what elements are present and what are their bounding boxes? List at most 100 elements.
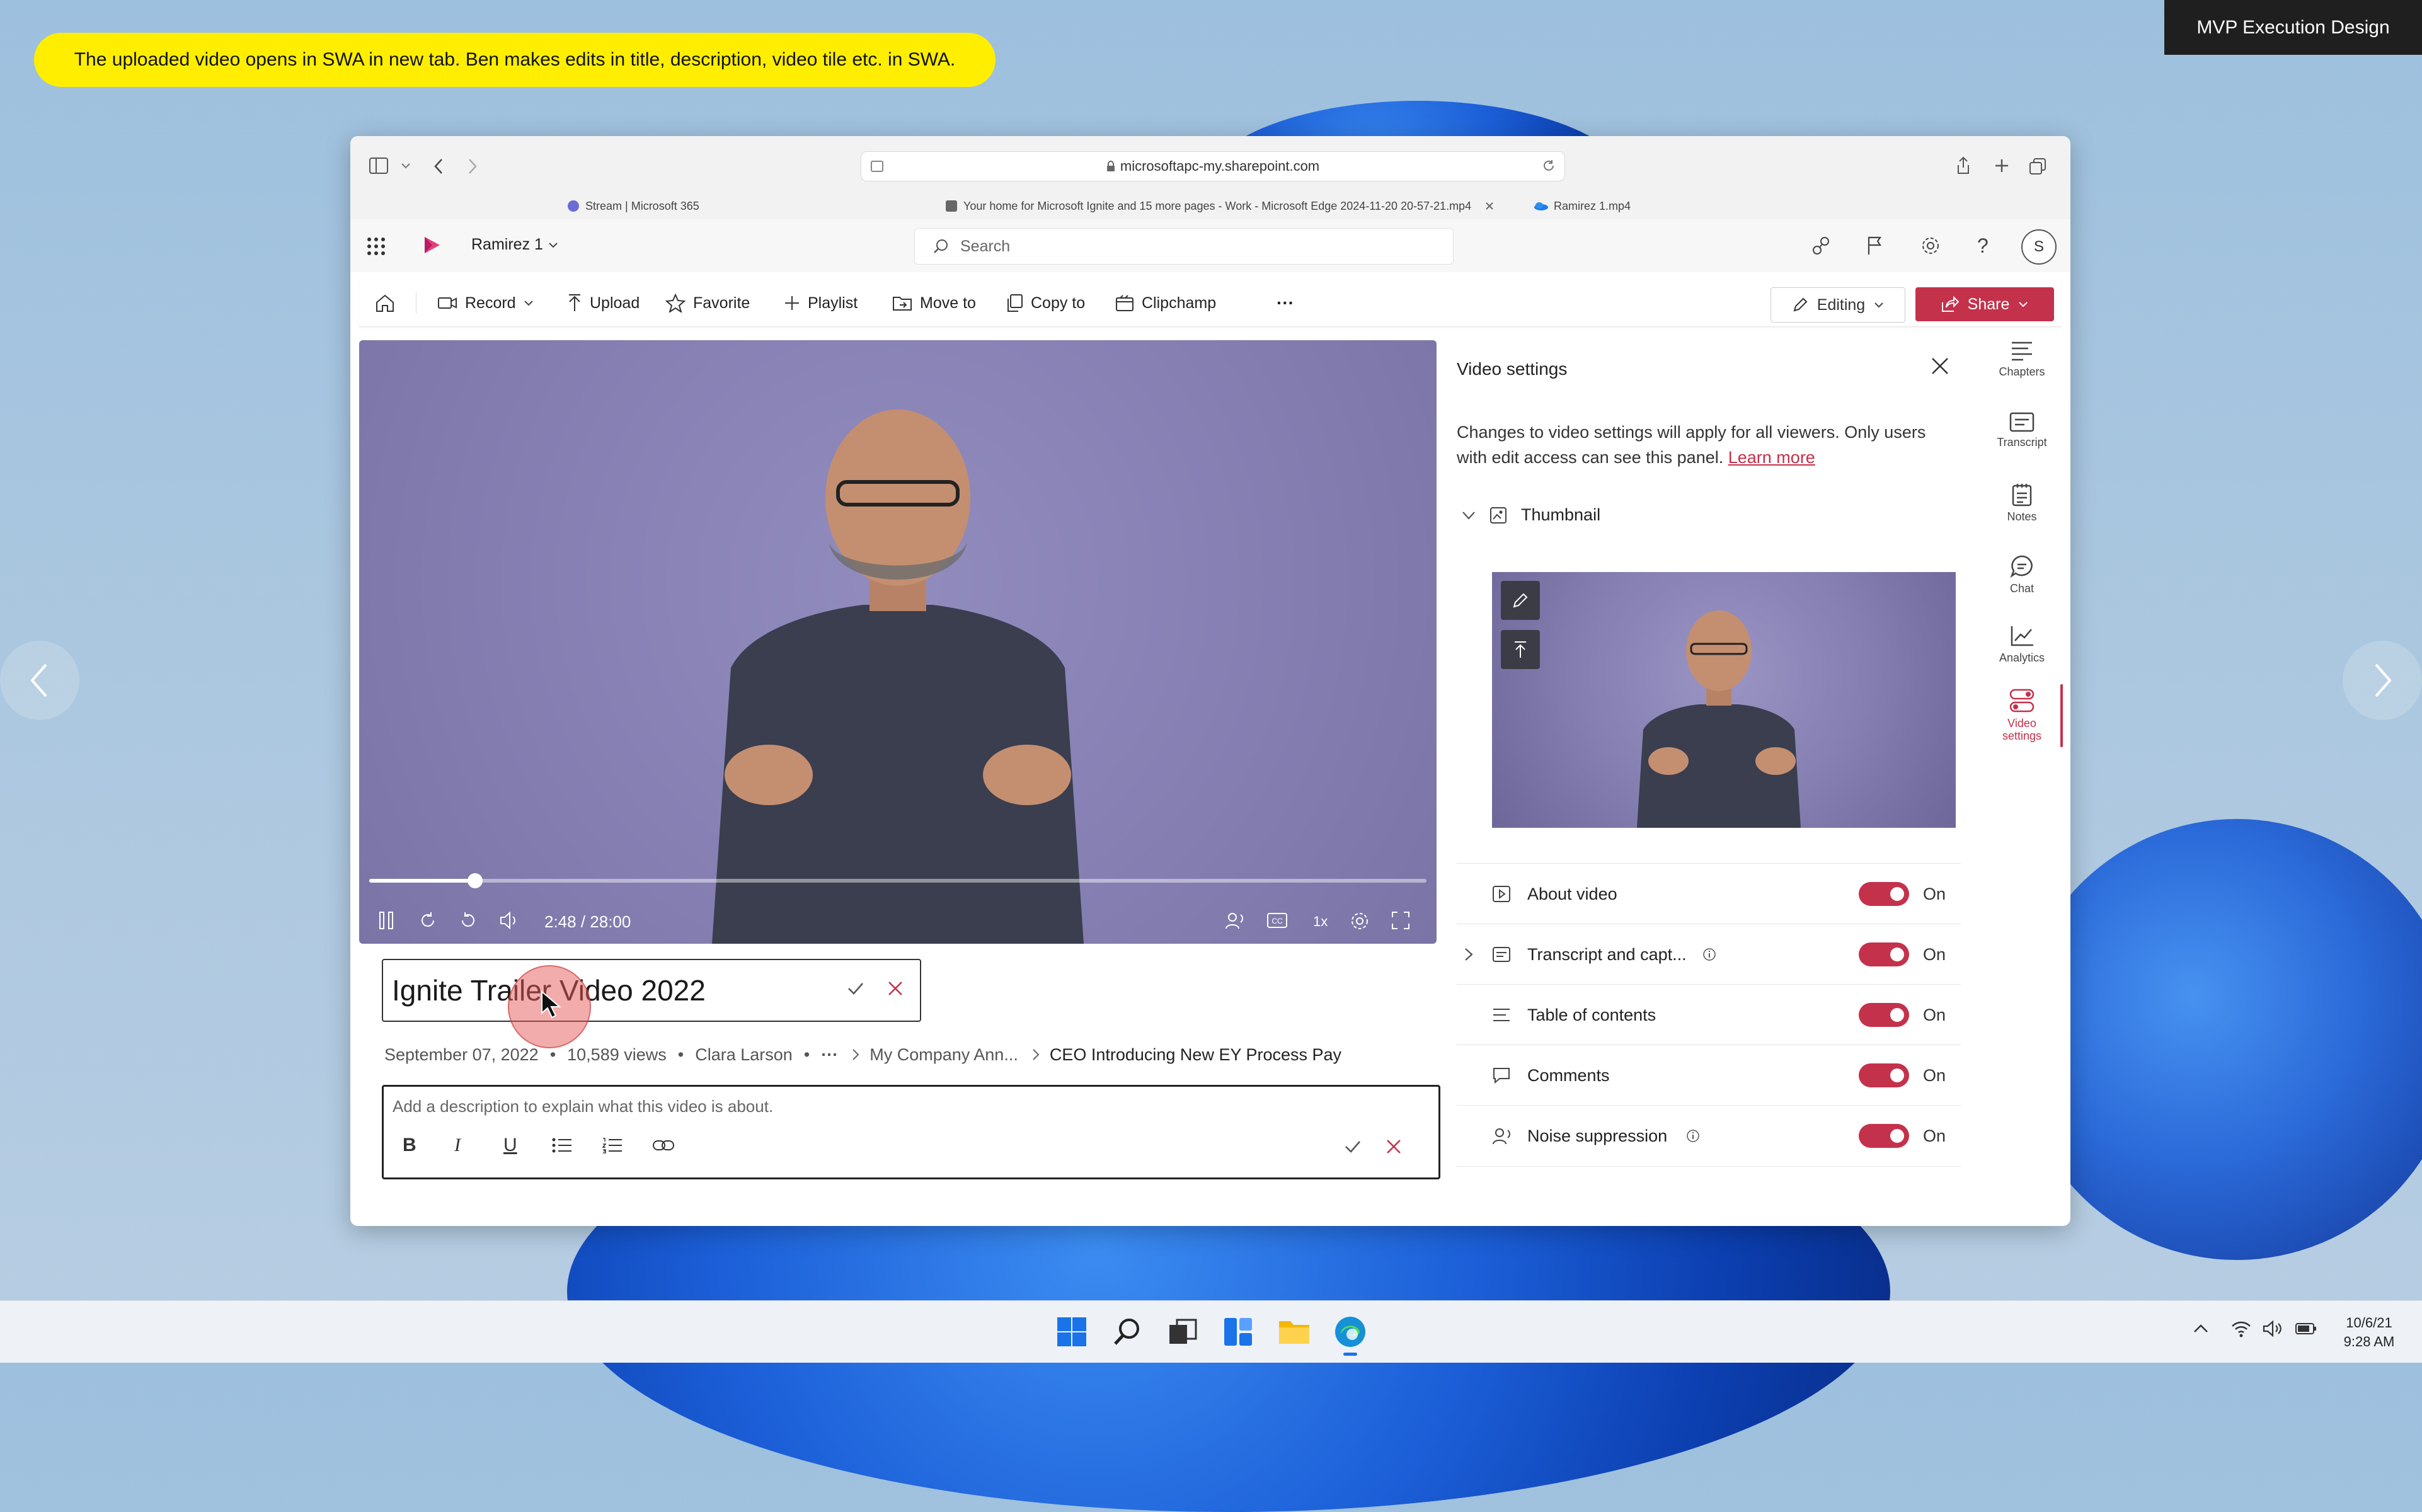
speaker-icon[interactable] xyxy=(2262,1320,2283,1337)
address-bar[interactable]: microsoftapc-my.sharepoint.com xyxy=(861,151,1565,181)
wifi-icon[interactable] xyxy=(2230,1320,2252,1337)
chevron-right-icon[interactable] xyxy=(1464,948,1473,961)
rail-analytics[interactable]: Analytics xyxy=(1981,625,2063,665)
confirm-title-icon[interactable] xyxy=(847,982,864,995)
info-icon[interactable] xyxy=(1702,948,1716,961)
video-meta-row: September 07, 2022 • 10,589 views • Clar… xyxy=(384,1042,1341,1067)
cancel-title-icon[interactable] xyxy=(887,980,904,997)
widgets-icon[interactable] xyxy=(1222,1316,1254,1348)
next-slide-button[interactable] xyxy=(2343,641,2422,720)
tabs-overview-icon[interactable] xyxy=(2029,158,2046,175)
pause-icon[interactable] xyxy=(378,911,394,930)
breadcrumb-more[interactable]: ··· xyxy=(821,1045,838,1065)
link-icon[interactable] xyxy=(652,1138,675,1152)
toc-toggle[interactable] xyxy=(1859,1003,1909,1027)
noise-suppression-icon[interactable] xyxy=(1225,911,1246,930)
avatar[interactable]: S xyxy=(2021,229,2057,265)
home-button[interactable] xyxy=(374,280,396,326)
search-icon[interactable] xyxy=(1111,1316,1143,1348)
file-explorer-icon[interactable] xyxy=(1278,1316,1311,1348)
numbered-list-icon[interactable] xyxy=(602,1137,623,1154)
rail-chat[interactable]: Chat xyxy=(1981,554,2063,595)
thumbnail-image[interactable] xyxy=(1492,572,1956,828)
share-button[interactable]: Share xyxy=(1915,287,2054,321)
volume-icon[interactable] xyxy=(499,911,520,930)
search-input[interactable]: Search xyxy=(914,228,1454,265)
edit-thumbnail-button[interactable] xyxy=(1501,581,1540,620)
upload-thumbnail-button[interactable] xyxy=(1501,630,1540,669)
gear-icon[interactable] xyxy=(1920,236,1941,256)
back-icon[interactable] xyxy=(432,158,445,175)
start-icon[interactable] xyxy=(1056,1316,1088,1348)
tab-stream[interactable]: Stream | Microsoft 365 xyxy=(568,194,699,218)
prev-slide-button[interactable] xyxy=(0,641,79,720)
thumbnail-section-header[interactable]: Thumbnail xyxy=(1462,505,1600,525)
bold-button[interactable]: B xyxy=(403,1135,416,1156)
transcript-toggle[interactable] xyxy=(1859,942,1909,966)
rail-transcript[interactable]: Transcript xyxy=(1981,412,2063,449)
italic-button[interactable]: I xyxy=(454,1135,461,1156)
reload-icon[interactable] xyxy=(1542,159,1556,173)
tray-chevron-up-icon[interactable] xyxy=(2193,1324,2209,1334)
scrubber-track[interactable] xyxy=(369,873,1426,888)
scrubber-handle[interactable] xyxy=(468,873,483,888)
playback-speed[interactable]: 1x xyxy=(1313,914,1328,930)
close-tab-icon[interactable] xyxy=(1485,202,1494,210)
help-icon[interactable]: ? xyxy=(1977,234,1989,258)
comments-toggle[interactable] xyxy=(1859,1063,1909,1087)
chevron-down-icon[interactable] xyxy=(401,163,411,169)
battery-icon[interactable] xyxy=(2295,1322,2317,1335)
tab-ignite-video[interactable]: Your home for Microsoft Ignite and 15 mo… xyxy=(946,194,1494,218)
video-player[interactable]: 2:48 / 28:00 CC 1x xyxy=(359,340,1437,944)
star-icon xyxy=(665,294,686,312)
playlist-button[interactable]: Playlist xyxy=(784,280,858,326)
forward-icon[interactable] xyxy=(466,158,479,175)
app-launcher-icon[interactable] xyxy=(367,237,386,256)
rewind-10-icon[interactable] xyxy=(418,911,437,930)
record-button[interactable]: Record xyxy=(437,280,534,326)
copy-to-button[interactable]: Copy to xyxy=(1006,280,1085,326)
new-tab-icon[interactable] xyxy=(1994,158,2010,174)
editing-mode-button[interactable]: Editing xyxy=(1771,287,1905,323)
bullet-list-icon[interactable] xyxy=(551,1137,573,1154)
chevron-right-icon xyxy=(2375,663,2392,697)
learn-more-link[interactable]: Learn more xyxy=(1728,448,1815,467)
more-commands-button[interactable]: ··· xyxy=(1277,280,1294,326)
breadcrumb-playlist[interactable]: CEO Introducing New EY Process Pay xyxy=(1050,1045,1341,1065)
rail-chapters[interactable]: Chapters xyxy=(1981,340,2063,379)
move-to-button[interactable]: Move to xyxy=(892,280,976,326)
captions-icon[interactable]: CC xyxy=(1266,912,1288,929)
tab-ramirez[interactable]: Ramirez 1.mp4 xyxy=(1534,194,1631,218)
info-icon[interactable] xyxy=(1686,1129,1700,1143)
share-page-icon[interactable] xyxy=(1956,156,1971,175)
video-title-input[interactable]: Ignite Trailer Video 2022 xyxy=(382,959,921,1022)
noise-suppression-toggle[interactable] xyxy=(1859,1124,1909,1148)
favorite-label: Favorite xyxy=(693,294,750,312)
flag-icon[interactable] xyxy=(1866,236,1884,256)
player-settings-icon[interactable] xyxy=(1350,911,1370,931)
description-editor[interactable]: Add a description to explain what this v… xyxy=(382,1085,1440,1179)
upload-button[interactable]: Upload xyxy=(567,280,640,326)
breadcrumb[interactable]: Ramirez 1 xyxy=(471,236,558,254)
clipchamp-icon xyxy=(1116,295,1134,311)
close-panel-icon[interactable] xyxy=(1931,357,1949,375)
chevron-down-icon xyxy=(1874,302,1883,308)
breadcrumb-channel[interactable]: My Company Ann... xyxy=(870,1045,1018,1065)
sidebar-toggle-icon[interactable] xyxy=(369,158,388,174)
edge-icon[interactable] xyxy=(1333,1315,1367,1356)
fullscreen-icon[interactable] xyxy=(1391,911,1410,930)
clock[interactable]: 10/6/21 9:28 AM xyxy=(2331,1314,2407,1351)
video-author[interactable]: Clara Larson xyxy=(695,1045,793,1065)
forward-10-icon[interactable] xyxy=(459,911,478,930)
underline-button[interactable]: U xyxy=(503,1135,517,1156)
more-label: ··· xyxy=(1277,293,1294,312)
connect-icon[interactable] xyxy=(1811,236,1831,256)
clipchamp-button[interactable]: Clipchamp xyxy=(1115,280,1216,326)
favorite-button[interactable]: Favorite xyxy=(665,280,750,326)
confirm-description-icon[interactable] xyxy=(1344,1140,1362,1154)
task-view-icon[interactable] xyxy=(1167,1316,1198,1348)
cancel-description-icon[interactable] xyxy=(1386,1138,1402,1155)
rail-notes[interactable]: Notes xyxy=(1981,483,2063,524)
rail-video-settings[interactable]: Video settings xyxy=(1981,688,2063,742)
about-video-toggle[interactable] xyxy=(1859,882,1909,906)
